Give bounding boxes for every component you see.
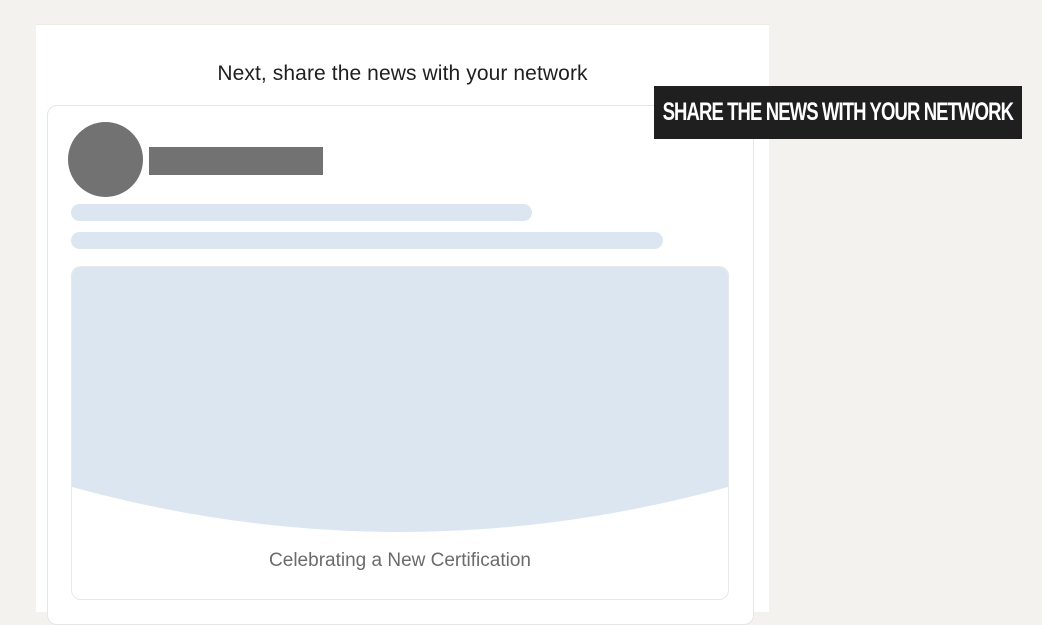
avatar-placeholder [68,122,143,197]
media-caption: Celebrating a New Certification [269,550,531,571]
panel-heading: Next, share the news with your network [217,62,588,85]
post-text-placeholder-line [71,232,663,249]
post-text-placeholder-line [71,204,532,221]
overlay-banner: SHARE THE NEWS WITH YOUR NETWORK [654,86,1022,139]
post-media-card: Celebrating a New Certification [71,266,729,600]
overlay-banner-text: SHARE THE NEWS WITH YOUR NETWORK [662,98,1014,126]
post-preview-card: Celebrating a New Certification [47,105,754,625]
author-name-placeholder [149,147,323,175]
media-banner-image [72,267,728,532]
